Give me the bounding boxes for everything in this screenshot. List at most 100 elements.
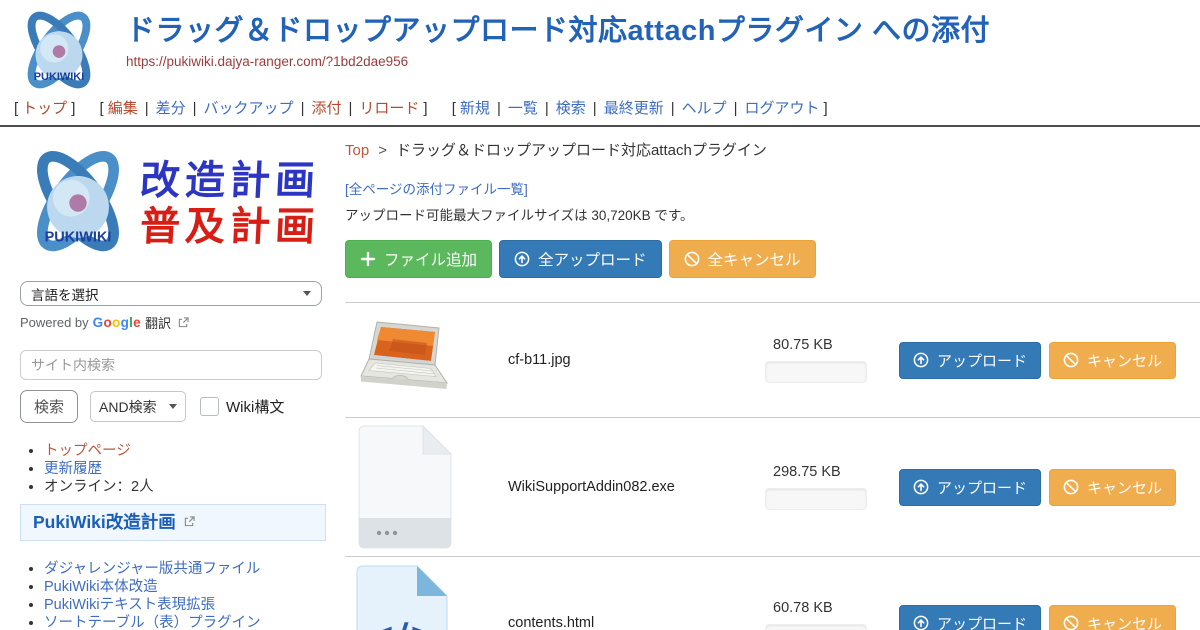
cancel-all-button[interactable]: 全キャンセル [669, 240, 816, 278]
nav-link-list[interactable]: 一覧 [508, 100, 538, 117]
code-file-icon: </> [353, 564, 453, 630]
code-glyph: </> [365, 616, 438, 630]
sidebar-link-history[interactable]: 更新履歴 [44, 461, 102, 477]
sidebar-link-common-files[interactable]: ダジャレンジャー版共通ファイル [44, 561, 260, 577]
list-item: ソートテーブル（表）プラグイン [44, 615, 330, 630]
logo-line1: 改造計画 [139, 160, 321, 202]
cancel-button[interactable]: キャンセル [1049, 605, 1176, 630]
nav-group-site: [新規|一覧|検索|最終更新|ヘルプ|ログアウト] [448, 100, 832, 117]
main-content: Top>ドラッグ＆ドロップアップロード対応attachプラグイン [全ページの添… [330, 127, 1200, 630]
sidebar-logo[interactable]: PUKIWIKI 改造計画 普及計画 [20, 139, 330, 269]
file-row: WikiSupportAddin082.exe 298.75 KB アップロード… [345, 417, 1200, 556]
file-actions: アップロード キャンセル [883, 605, 1176, 630]
search-button[interactable]: 検索 [20, 390, 78, 423]
section-title-link[interactable]: PukiWiki改造計画 [33, 512, 176, 532]
breadcrumb-top-link[interactable]: Top [345, 142, 369, 159]
nav-link-new[interactable]: 新規 [460, 100, 490, 117]
upload-file-list: cf-b11.jpg 80.75 KB アップロード キャンセル [345, 302, 1200, 630]
powered-by-text: Powered by [20, 315, 89, 330]
separator: | [545, 100, 549, 117]
nav-link-logout[interactable]: ログアウト [745, 100, 820, 117]
upload-button[interactable]: アップロード [899, 605, 1041, 630]
sidebar-link-core-mods[interactable]: PukiWiki本体改造 [44, 579, 158, 595]
separator: | [193, 100, 197, 117]
translate-link[interactable]: 翻訳 [145, 313, 171, 332]
nav-group-top: [トップ] [10, 100, 79, 117]
ban-icon [1063, 479, 1079, 495]
upload-progress-bar [765, 624, 867, 630]
separator: | [593, 100, 597, 117]
upload-progress-bar [765, 488, 867, 510]
page-title: ドラッグ＆ドロップアップロード対応attachプラグイン への添付 [126, 15, 1200, 48]
separator: | [301, 100, 305, 117]
file-actions: アップロード キャンセル [883, 469, 1176, 506]
cancel-button[interactable]: キャンセル [1049, 342, 1176, 379]
upload-button[interactable]: アップロード [899, 469, 1041, 506]
separator: | [497, 100, 501, 117]
nav-link-recent[interactable]: 最終更新 [604, 100, 664, 117]
header-text: ドラッグ＆ドロップアップロード対応attachプラグイン への添付 https:… [126, 0, 1200, 69]
file-size-cell: 60.78 KB [765, 600, 883, 630]
sidebar-link-text-ext[interactable]: PukiWikiテキスト表現拡張 [44, 597, 215, 613]
ban-icon [1063, 615, 1079, 630]
max-filesize-note: アップロード可能最大ファイルサイズは 30,720KB です。 [345, 204, 1200, 224]
arrow-up-circle-icon [913, 479, 929, 495]
atom-icon: PUKIWIKI [12, 6, 106, 94]
nav-link-top[interactable]: トップ [22, 100, 67, 117]
top-navigation: [トップ] [編集|差分|バックアップ|添付|リロード] [新規|一覧|検索|最… [0, 94, 1200, 127]
file-name: contents.html [500, 615, 765, 630]
nav-link-help[interactable]: ヘルプ [682, 100, 727, 117]
sidebar-links-top: トップページ 更新履歴 オンライン：2人 [20, 443, 330, 496]
nav-link-edit[interactable]: 編集 [108, 100, 138, 117]
separator: | [671, 100, 675, 117]
language-select[interactable]: 言語を選択 [20, 281, 322, 306]
brand-text: PUKIWIKI [45, 230, 112, 246]
file-row: </> contents.html 60.78 KB アップロード [345, 556, 1200, 630]
nav-link-backup[interactable]: バックアップ [204, 100, 294, 117]
list-item: PukiWiki本体改造 [44, 579, 330, 596]
ban-icon [684, 251, 700, 267]
pukiwiki-logo[interactable]: PUKIWIKI [12, 6, 106, 94]
list-item: PukiWikiテキスト表現拡張 [44, 597, 330, 614]
nav-link-search[interactable]: 検索 [556, 100, 586, 117]
nav-link-reload[interactable]: リロード [359, 100, 419, 117]
upload-all-button[interactable]: 全アップロード [499, 240, 662, 278]
sidebar-section-header: PukiWiki改造計画 [20, 504, 326, 541]
file-actions: アップロード キャンセル [883, 342, 1176, 379]
bracket: ] [824, 100, 828, 117]
online-counter: オンライン：2人 [44, 479, 154, 495]
file-thumbnail-cell [345, 319, 500, 401]
atom-icon: PUKIWIKI [20, 142, 136, 266]
separator: | [348, 100, 352, 117]
search-controls: 検索 AND検索 Wiki構文 [20, 390, 330, 423]
file-size-cell: 298.75 KB [765, 464, 883, 510]
add-files-button[interactable]: ファイル追加 [345, 240, 492, 278]
chevron-down-icon [169, 404, 177, 409]
separator: | [734, 100, 738, 117]
wiki-syntax-label: Wiki構文 [226, 396, 284, 417]
site-search-input[interactable] [20, 350, 322, 380]
search-mode-select[interactable]: AND検索 [90, 391, 186, 422]
google-logo: Google [93, 315, 141, 330]
upload-button[interactable]: アップロード [899, 342, 1041, 379]
pukiwiki-page: PUKIWIKI ドラッグ＆ドロップアップロード対応attachプラグイン への… [0, 0, 1200, 630]
search-mode-value: AND検索 [99, 397, 157, 417]
bracket: ] [71, 100, 75, 117]
file-row: cf-b11.jpg 80.75 KB アップロード キャンセル [345, 302, 1200, 417]
wiki-syntax-checkbox[interactable] [200, 397, 219, 416]
chevron-down-icon [303, 291, 311, 296]
sidebar-link-sort-table[interactable]: ソートテーブル（表）プラグイン [44, 615, 261, 630]
sidebar-link-toppage[interactable]: トップページ [44, 443, 131, 459]
arrow-up-circle-icon [913, 352, 929, 368]
logo-line2: 普及計画 [139, 206, 321, 248]
nav-link-diff[interactable]: 差分 [156, 100, 186, 117]
list-item: トップページ [44, 443, 330, 460]
nav-link-attach[interactable]: 添付 [311, 100, 341, 117]
file-size: 298.75 KB [765, 464, 883, 480]
file-name: cf-b11.jpg [500, 352, 765, 368]
all-attachments-link[interactable]: [全ページの添付ファイル一覧] [345, 178, 528, 198]
file-size-cell: 80.75 KB [765, 337, 883, 383]
logo-slogan: 改造計画 普及計画 [140, 160, 320, 248]
list-item: 更新履歴 [44, 461, 330, 478]
cancel-button[interactable]: キャンセル [1049, 469, 1176, 506]
